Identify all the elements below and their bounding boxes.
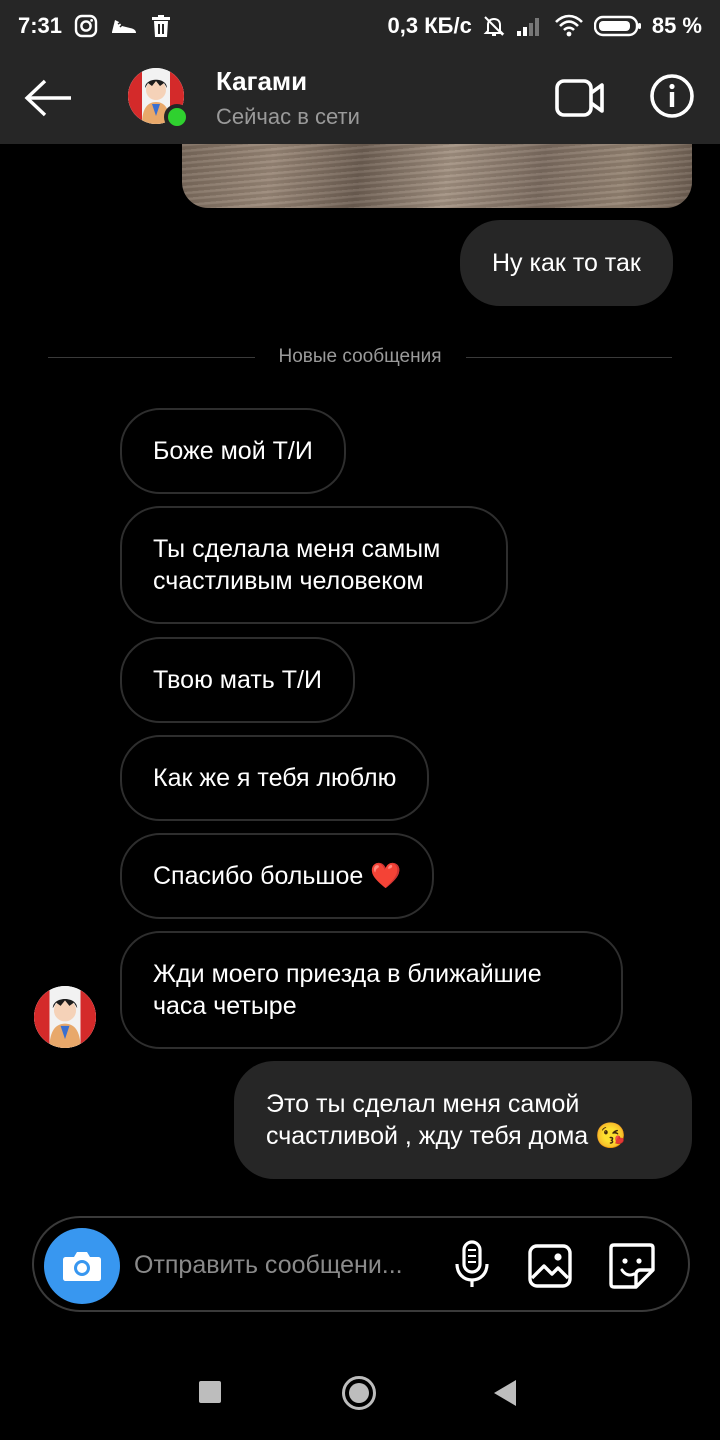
voice-message-button[interactable]: [452, 1240, 492, 1290]
status-time: 7:31: [18, 13, 63, 38]
battery-percent: 85 %: [651, 13, 702, 38]
sticker-icon: [609, 1243, 655, 1289]
network-speed: 0,3 КБ/с: [387, 13, 472, 38]
microphone-icon: [455, 1240, 489, 1287]
message-text: Спасибо большое ❤️: [153, 862, 402, 890]
info-button[interactable]: [648, 72, 696, 120]
message-text: Ну как то так: [492, 249, 641, 277]
bell-off-icon: [482, 14, 506, 38]
incoming-message[interactable]: Как же я тебя люблю: [120, 735, 430, 821]
info-icon: [650, 74, 694, 118]
message-text: Жди моего приезда в ближайшие часа четыр…: [153, 960, 542, 1020]
divider-line: [48, 356, 255, 358]
contact-avatar[interactable]: [128, 68, 190, 130]
status-left: 7:31: [18, 13, 172, 39]
screen: 7:31 0,3 КБ/с 85 % Кагами Сейчас в сети …: [0, 0, 720, 1440]
incoming-message[interactable]: Спасибо большое ❤️: [120, 833, 435, 919]
instagram-icon: [74, 14, 98, 38]
home-icon: [349, 1383, 369, 1403]
message-text: Это ты сделал меня самой счастливой , жд…: [266, 1090, 627, 1150]
back-button[interactable]: [20, 74, 76, 122]
signal-icon: [516, 15, 544, 37]
sticker-button[interactable]: [606, 1240, 658, 1292]
home-button[interactable]: [342, 1376, 376, 1410]
status-bar: 7:31 0,3 КБ/с 85 %: [0, 0, 720, 52]
divider-label: Новые сообщения: [278, 346, 442, 367]
sneaker-icon: [110, 14, 138, 38]
status-right: 0,3 КБ/с 85 %: [388, 13, 702, 39]
sender-avatar[interactable]: [34, 986, 96, 1048]
camera-button[interactable]: [44, 1228, 120, 1304]
incoming-message[interactable]: Боже мой Т/И: [120, 408, 346, 494]
photo-message[interactable]: [182, 144, 692, 208]
video-call-button[interactable]: [552, 74, 608, 122]
new-messages-divider: Новые сообщения: [48, 342, 672, 372]
message-text: Ты сделала меня самым счастливым человек…: [153, 535, 441, 595]
system-back-button[interactable]: [494, 1380, 516, 1406]
incoming-message[interactable]: Твою мать Т/И: [120, 637, 355, 723]
system-nav-bar: [0, 1344, 720, 1440]
chat-header: Кагами Сейчас в сети: [0, 52, 720, 144]
camera-icon: [63, 1252, 101, 1281]
incoming-message[interactable]: Ты сделала меня самым счастливым человек…: [120, 506, 508, 624]
incoming-message[interactable]: Жди моего приезда в ближайшие часа четыр…: [120, 931, 623, 1049]
contact-status: Сейчас в сети: [216, 104, 360, 129]
outgoing-message[interactable]: Ну как то так: [460, 220, 673, 306]
message-text: Боже мой Т/И: [153, 437, 313, 465]
arrow-left-icon: [24, 79, 71, 117]
message-text: Как же я тебя люблю: [153, 764, 397, 792]
trash-icon: [150, 14, 172, 38]
outgoing-message[interactable]: Это ты сделал меня самой счастливой , жд…: [234, 1061, 692, 1179]
gallery-button[interactable]: [526, 1242, 574, 1290]
message-input[interactable]: [134, 1242, 434, 1288]
contact-name[interactable]: Кагами: [216, 66, 307, 97]
message-composer: [32, 1216, 690, 1312]
video-camera-icon: [555, 79, 604, 117]
image-icon: [528, 1244, 572, 1288]
wifi-icon: [554, 14, 584, 38]
online-indicator: [164, 104, 190, 130]
message-text: Твою мать Т/И: [153, 666, 322, 694]
battery-icon: [593, 14, 642, 38]
divider-line: [465, 356, 672, 358]
recent-apps-button[interactable]: [199, 1381, 221, 1403]
